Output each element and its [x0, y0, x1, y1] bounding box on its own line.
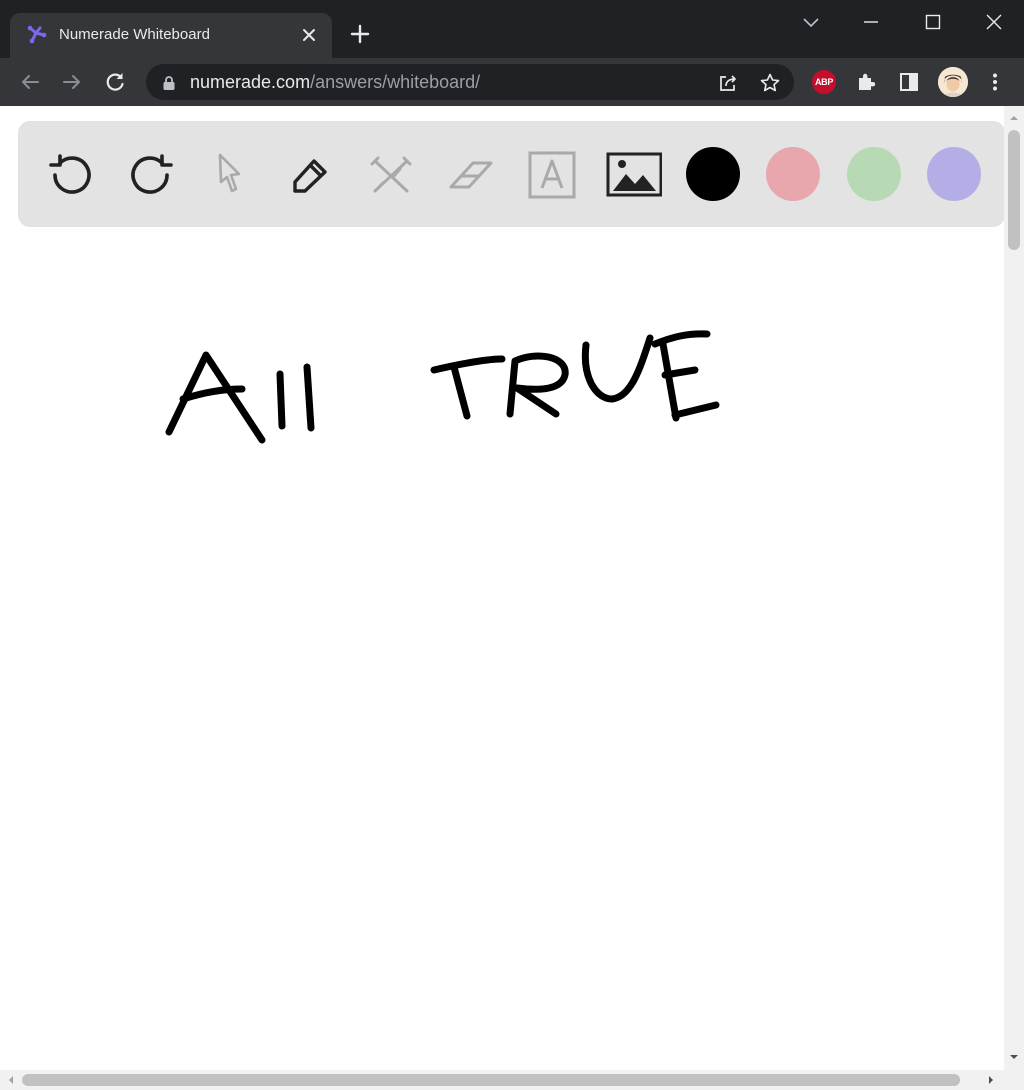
redo-icon — [131, 154, 173, 194]
close-tab-icon[interactable] — [298, 24, 320, 46]
scroll-up-icon[interactable] — [1007, 111, 1021, 125]
close-window-icon[interactable] — [980, 8, 1008, 36]
undo-icon — [49, 154, 91, 194]
minimize-icon[interactable] — [857, 8, 885, 36]
tab-title: Numerade Whiteboard — [59, 26, 210, 43]
extensions-puzzle-icon[interactable] — [853, 68, 881, 96]
profile-picture-icon — [938, 67, 968, 97]
tab-search-icon[interactable] — [797, 8, 825, 36]
address-bar[interactable]: numerade.com/answers/whiteboard/ — [146, 64, 794, 100]
eraser-icon — [449, 161, 493, 189]
shapes-tool-button[interactable] — [363, 147, 419, 203]
whiteboard-canvas[interactable] — [0, 227, 1004, 1070]
browser-toolbar: numerade.com/answers/whiteboard/ ABP — [0, 58, 1024, 106]
color-swatch-pink[interactable] — [766, 147, 820, 201]
reload-icon[interactable] — [101, 68, 129, 96]
whiteboard-toolbar — [18, 121, 1004, 227]
vertical-scroll-thumb[interactable] — [1008, 130, 1020, 250]
numerade-logo-icon — [27, 25, 47, 44]
select-tool-button[interactable] — [203, 147, 259, 203]
url-text[interactable]: numerade.com/answers/whiteboard/ — [190, 72, 480, 93]
color-swatch-black[interactable] — [686, 147, 740, 201]
ink-stroke — [430, 355, 506, 374]
ink-stroke — [506, 352, 569, 418]
forward-arrow-icon[interactable] — [58, 68, 86, 96]
adblock-extension-icon[interactable]: ABP — [812, 70, 836, 94]
vertical-scrollbar[interactable] — [1004, 106, 1024, 1070]
text-box-icon — [528, 151, 576, 199]
maximize-icon[interactable] — [919, 8, 947, 36]
color-swatch-purple[interactable] — [927, 147, 981, 201]
lock-icon[interactable] — [162, 75, 176, 91]
scroll-left-icon[interactable] — [4, 1073, 18, 1087]
pointer-icon — [218, 153, 241, 193]
share-icon[interactable] — [716, 71, 740, 95]
tab-strip: Numerade Whiteboard — [0, 0, 1024, 58]
undo-button[interactable] — [43, 147, 99, 203]
ink-stroke — [671, 401, 720, 419]
tab-numerade-whiteboard[interactable]: Numerade Whiteboard — [10, 13, 332, 58]
horizontal-scrollbar[interactable] — [0, 1070, 1024, 1090]
url-path: /answers/whiteboard/ — [310, 72, 481, 92]
new-tab-icon[interactable] — [348, 22, 372, 46]
ink-stroke — [581, 334, 654, 403]
ink-stroke — [661, 366, 699, 379]
ink-stroke — [303, 363, 315, 432]
back-arrow-icon[interactable] — [16, 68, 44, 96]
ink-stroke — [450, 363, 471, 420]
pen-tool-button[interactable] — [283, 147, 339, 203]
redo-button[interactable] — [123, 147, 179, 203]
scroll-down-icon[interactable] — [1007, 1050, 1021, 1064]
image-icon — [606, 152, 662, 197]
profile-avatar[interactable] — [938, 67, 968, 97]
handwritten-text — [165, 330, 720, 444]
side-panel-icon[interactable] — [895, 68, 923, 96]
tools-icon — [370, 156, 412, 193]
ink-stroke — [276, 370, 286, 430]
scroll-right-icon[interactable] — [984, 1073, 998, 1087]
image-tool-button[interactable] — [606, 147, 662, 203]
color-swatch-green[interactable] — [847, 147, 901, 201]
ink-stroke — [659, 340, 680, 422]
chrome-menu-icon[interactable] — [981, 68, 1009, 96]
horizontal-scroll-thumb[interactable] — [22, 1074, 960, 1086]
url-host: numerade.com — [190, 72, 311, 92]
pencil-icon — [293, 159, 327, 193]
bookmark-star-icon[interactable] — [758, 71, 782, 95]
eraser-tool-button[interactable] — [443, 147, 499, 203]
page-content — [0, 106, 1004, 1070]
text-tool-button[interactable] — [523, 147, 579, 203]
